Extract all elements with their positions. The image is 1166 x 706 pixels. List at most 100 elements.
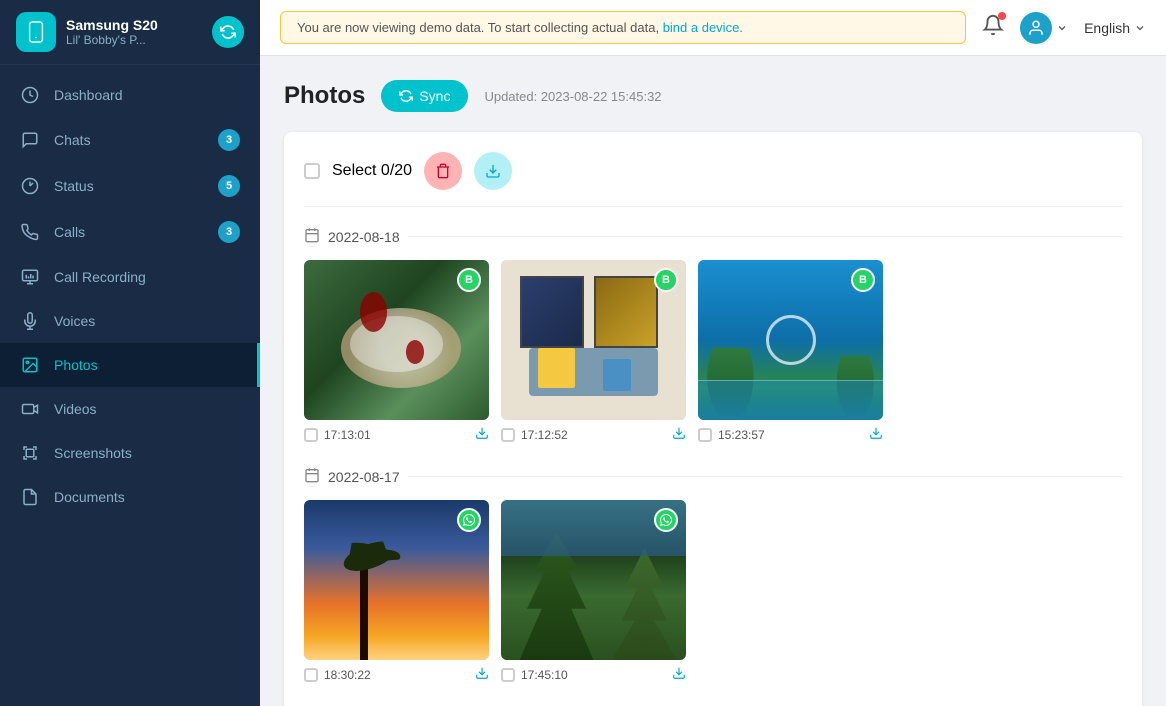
date-divider — [408, 236, 1122, 237]
date-label: 2022-08-18 — [328, 229, 400, 245]
avatar-chevron-icon — [1056, 22, 1068, 34]
status-badge: 5 — [218, 175, 240, 197]
date-section-2022-08-17: 2022-08-17 — [304, 467, 1122, 683]
dashboard-icon — [20, 85, 40, 105]
page-header: Photos Sync Updated: 2023-08-22 15:45:32 — [284, 80, 1142, 112]
bind-device-link[interactable]: bind a device. — [663, 20, 743, 35]
language-label: English — [1084, 20, 1130, 36]
sidebar-item-voices[interactable]: Voices — [0, 299, 260, 343]
sidebar-item-label: Chats — [54, 132, 204, 148]
select-bar: Select 0/20 — [304, 152, 1122, 207]
sidebar: Samsung S20 Lil' Bobby's P... Dashboard … — [0, 0, 260, 706]
sidebar-item-label: Calls — [54, 224, 204, 240]
photo-thumbnail: B — [501, 260, 686, 420]
app-badge: B — [851, 268, 875, 292]
sidebar-item-status[interactable]: Status 5 — [0, 163, 260, 209]
delete-button[interactable] — [424, 152, 462, 190]
sidebar-header: Samsung S20 Lil' Bobby's P... — [0, 0, 260, 65]
sidebar-navigation: Dashboard Chats 3 Status 5 Calls 3 — [0, 65, 260, 706]
photo-item: 18:30:22 — [304, 500, 489, 683]
photo-download-button[interactable] — [672, 666, 686, 683]
photo-select-checkbox[interactable] — [304, 668, 318, 682]
date-divider — [408, 476, 1122, 477]
device-name: Samsung S20 — [66, 17, 202, 33]
header-sync-button[interactable] — [212, 16, 244, 48]
sidebar-item-calls[interactable]: Calls 3 — [0, 209, 260, 255]
photo-footer: 17:12:52 — [501, 426, 686, 443]
sidebar-item-label: Screenshots — [54, 445, 240, 461]
photo-timestamp: 17:12:52 — [521, 428, 666, 442]
photo-thumbnail: B — [304, 260, 489, 420]
photos-panel: Select 0/20 2022-08-18 — [284, 132, 1142, 706]
circle-overlay — [766, 315, 816, 365]
documents-icon — [20, 487, 40, 507]
calendar-icon — [304, 227, 320, 246]
demo-text: You are now viewing demo data. To start … — [297, 20, 659, 35]
language-selector[interactable]: English — [1084, 20, 1146, 36]
status-icon — [20, 176, 40, 196]
photo-item: B 17:13:01 — [304, 260, 489, 443]
avatar — [1020, 12, 1052, 44]
sync-label: Sync — [419, 88, 450, 104]
user-avatar-button[interactable] — [1020, 12, 1068, 44]
calls-badge: 3 — [218, 221, 240, 243]
content-area: Photos Sync Updated: 2023-08-22 15:45:32… — [260, 56, 1166, 706]
photo-select-checkbox[interactable] — [501, 428, 515, 442]
sidebar-item-label: Photos — [54, 357, 237, 373]
download-button[interactable] — [474, 152, 512, 190]
voices-icon — [20, 311, 40, 331]
sidebar-item-documents[interactable]: Documents — [0, 475, 260, 519]
device-sub: Lil' Bobby's P... — [66, 33, 202, 47]
date-label: 2022-08-17 — [328, 469, 400, 485]
sync-button[interactable]: Sync — [381, 80, 468, 112]
sidebar-item-dashboard[interactable]: Dashboard — [0, 73, 260, 117]
sync-icon — [399, 89, 413, 103]
photo-item: B 15:23:57 — [698, 260, 883, 443]
sidebar-item-label: Videos — [54, 401, 240, 417]
updated-timestamp: Updated: 2023-08-22 15:45:32 — [484, 89, 661, 104]
select-label: Select 0/20 — [332, 162, 412, 180]
photo-thumbnail: B — [698, 260, 883, 420]
photo-timestamp: 18:30:22 — [324, 668, 469, 682]
screenshots-icon — [20, 443, 40, 463]
sidebar-item-label: Call Recording — [54, 269, 240, 285]
select-all-checkbox[interactable] — [304, 163, 320, 179]
photo-download-button[interactable] — [869, 426, 883, 443]
notification-button[interactable] — [982, 14, 1004, 41]
sidebar-item-chats[interactable]: Chats 3 — [0, 117, 260, 163]
photo-select-checkbox[interactable] — [501, 668, 515, 682]
sidebar-item-call-recording[interactable]: Call Recording — [0, 255, 260, 299]
photo-download-button[interactable] — [672, 426, 686, 443]
app-badge: B — [654, 268, 678, 292]
chats-badge: 3 — [218, 129, 240, 151]
topbar: You are now viewing demo data. To start … — [260, 0, 1166, 56]
photos-grid: 18:30:22 — [304, 500, 1122, 683]
photo-select-checkbox[interactable] — [304, 428, 318, 442]
calendar-icon — [304, 467, 320, 486]
photo-download-button[interactable] — [475, 426, 489, 443]
device-icon — [16, 12, 56, 52]
photo-thumbnail — [304, 500, 489, 660]
photo-footer: 18:30:22 — [304, 666, 489, 683]
videos-icon — [20, 399, 40, 419]
page-title: Photos — [284, 82, 365, 110]
photos-grid: B 17:13:01 — [304, 260, 1122, 443]
date-header: 2022-08-18 — [304, 227, 1122, 246]
photo-footer: 17:13:01 — [304, 426, 489, 443]
sidebar-item-videos[interactable]: Videos — [0, 387, 260, 431]
device-info: Samsung S20 Lil' Bobby's P... — [66, 17, 202, 47]
sidebar-item-photos[interactable]: Photos — [0, 343, 260, 387]
sidebar-item-label: Documents — [54, 489, 240, 505]
photo-timestamp: 15:23:57 — [718, 428, 863, 442]
sidebar-item-label: Dashboard — [54, 87, 240, 103]
photo-download-button[interactable] — [475, 666, 489, 683]
photo-item: 17:45:10 — [501, 500, 686, 683]
photo-footer: 17:45:10 — [501, 666, 686, 683]
main-area: You are now viewing demo data. To start … — [260, 0, 1166, 706]
date-section-2022-08-18: 2022-08-18 — [304, 227, 1122, 443]
sidebar-item-screenshots[interactable]: Screenshots — [0, 431, 260, 475]
call-recording-icon — [20, 267, 40, 287]
photo-item: B 17:12:52 — [501, 260, 686, 443]
trash-icon — [435, 163, 451, 179]
photo-select-checkbox[interactable] — [698, 428, 712, 442]
